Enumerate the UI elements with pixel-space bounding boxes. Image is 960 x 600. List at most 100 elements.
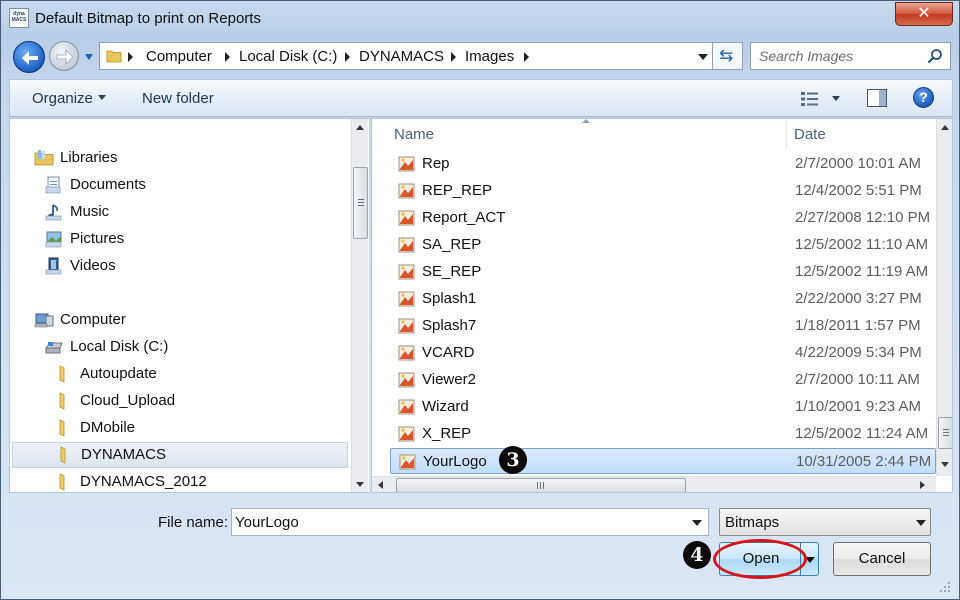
- file-row[interactable]: Splash7 1/18/2011 1:57 PM: [390, 313, 936, 339]
- file-name-combo[interactable]: [231, 508, 709, 536]
- nav-item-label: DYNAMACS_2012: [80, 473, 207, 490]
- file-date: 1/10/2001 9:23 AM: [795, 398, 921, 415]
- nav-item-dmobile[interactable]: DMobile: [54, 416, 334, 440]
- scroll-left-icon[interactable]: [378, 481, 383, 489]
- breadcrumb-separator-icon[interactable]: [524, 52, 529, 62]
- nav-item-label: Documents: [70, 176, 146, 193]
- recent-pages-chevron-icon[interactable]: [84, 52, 94, 62]
- scroll-up-icon[interactable]: [356, 125, 364, 130]
- nav-item-pictures[interactable]: Pictures: [44, 227, 334, 251]
- file-date: 12/4/2002 5:51 PM: [795, 182, 922, 199]
- horizontal-scroll-thumb[interactable]: [396, 478, 686, 492]
- nav-item-dynamacs-2012[interactable]: DYNAMACS_2012: [54, 470, 334, 492]
- breadcrumb-images[interactable]: Images: [465, 48, 514, 65]
- scroll-down-icon[interactable]: [941, 462, 949, 467]
- file-row[interactable]: Report_ACT 2/27/2008 12:10 PM: [390, 205, 936, 231]
- file-date: 12/5/2002 11:10 AM: [795, 236, 929, 253]
- grip-line: [358, 202, 364, 203]
- search-icon[interactable]: [927, 48, 943, 64]
- refresh-button[interactable]: ⇆: [713, 42, 743, 70]
- bitmap-file-icon: [398, 210, 415, 226]
- file-row[interactable]: YourLogo 10/31/2005 2:44 PM: [390, 448, 936, 474]
- column-header-name[interactable]: Name: [394, 126, 434, 143]
- file-name-label: File name:: [158, 514, 229, 531]
- grip-line: [358, 199, 364, 200]
- chevron-down-icon: [97, 95, 106, 100]
- bitmap-file-icon: [398, 426, 415, 442]
- nav-item-dynamacs[interactable]: DYNAMACS: [12, 442, 348, 468]
- new-folder-button[interactable]: New folder: [142, 90, 214, 107]
- address-dropdown-icon[interactable]: [698, 54, 708, 60]
- nav-item-cloud-upload[interactable]: Cloud_Upload: [54, 389, 334, 413]
- file-list-pane: Name Date Rep 2/7/2000 10:01 AM REP_REP 12/…: [371, 118, 953, 493]
- bitmap-file-icon: [398, 237, 415, 253]
- folder-icon: [59, 473, 65, 491]
- file-name: SE_REP: [422, 263, 482, 280]
- file-row[interactable]: SA_REP 12/5/2002 11:10 AM: [390, 232, 936, 258]
- column-header-date[interactable]: Date: [794, 126, 826, 143]
- breadcrumb-separator-icon[interactable]: [225, 52, 230, 62]
- file-row[interactable]: SE_REP 12/5/2002 11:19 AM: [390, 259, 936, 285]
- preview-pane-icon[interactable]: [867, 89, 887, 107]
- nav-item-computer[interactable]: Computer: [34, 308, 334, 332]
- breadcrumb-separator-icon[interactable]: [128, 52, 133, 62]
- file-type-select[interactable]: Bitmaps: [719, 508, 931, 536]
- organize-label: Organize: [32, 90, 93, 107]
- cancel-button[interactable]: Cancel: [833, 542, 931, 576]
- file-name: Rep: [422, 155, 450, 172]
- nav-item-documents[interactable]: Documents: [44, 173, 334, 197]
- view-options-chevron-icon[interactable]: [832, 96, 840, 101]
- file-date: 2/7/2000 10:11 AM: [795, 371, 920, 388]
- nav-item-autoupdate[interactable]: Autoupdate: [54, 362, 334, 386]
- grip-line: [943, 432, 949, 433]
- organize-button[interactable]: Organize: [32, 90, 106, 107]
- bitmap-file-icon: [398, 183, 415, 199]
- address-bar[interactable]: Computer Local Disk (C:) DYNAMACS Images: [99, 42, 713, 70]
- scroll-thumb[interactable]: [353, 167, 368, 239]
- breadcrumb-separator-icon[interactable]: [345, 52, 350, 62]
- files-horizontal-scrollbar[interactable]: [372, 476, 936, 492]
- breadcrumb-local-disk[interactable]: Local Disk (C:): [239, 48, 337, 65]
- file-row[interactable]: X_REP 12/5/2002 11:24 AM: [390, 421, 936, 447]
- file-row[interactable]: VCARD 4/22/2009 5:34 PM: [390, 340, 936, 366]
- change-view-icon[interactable]: [800, 90, 820, 108]
- breadcrumb-computer[interactable]: Computer: [146, 48, 212, 65]
- breadcrumb-separator-icon[interactable]: [451, 52, 456, 62]
- grip-line: [943, 435, 949, 436]
- file-name-dropdown-icon[interactable]: [692, 520, 702, 526]
- folder-icon: [59, 419, 65, 437]
- column-divider[interactable]: [786, 119, 787, 149]
- file-name-input[interactable]: [232, 509, 682, 535]
- file-row[interactable]: REP_REP 12/4/2002 5:51 PM: [390, 178, 936, 204]
- scroll-right-icon[interactable]: [920, 481, 925, 489]
- breadcrumb-dynamacs[interactable]: DYNAMACS: [359, 48, 444, 65]
- drive-icon: [44, 342, 63, 354]
- scroll-down-icon[interactable]: [356, 482, 364, 487]
- resize-grip-icon[interactable]: [939, 581, 951, 593]
- nav-item-music[interactable]: Music: [44, 200, 334, 224]
- scroll-thumb[interactable]: [938, 417, 952, 449]
- grip-line: [943, 429, 949, 430]
- close-button[interactable]: ✕: [895, 2, 953, 26]
- grip-line: [358, 205, 364, 206]
- help-icon[interactable]: ?: [913, 87, 934, 108]
- back-arrow-icon: [22, 51, 38, 65]
- nav-item-label: Pictures: [70, 230, 125, 247]
- file-row[interactable]: Splash1 2/22/2000 3:27 PM: [390, 286, 936, 312]
- file-row[interactable]: Viewer2 2/7/2000 10:11 AM: [390, 367, 936, 393]
- files-vertical-scrollbar[interactable]: [936, 119, 952, 476]
- back-button[interactable]: [13, 41, 45, 73]
- search-box[interactable]: [750, 42, 951, 70]
- open-button-highlight-ring: [713, 539, 807, 579]
- nav-item-label: Videos: [70, 257, 116, 274]
- search-input[interactable]: [751, 43, 921, 69]
- scroll-up-icon[interactable]: [941, 125, 949, 130]
- forward-button[interactable]: [49, 41, 79, 71]
- bitmap-file-icon: [398, 264, 415, 280]
- nav-item-libraries[interactable]: Libraries: [34, 146, 334, 170]
- file-row[interactable]: Wizard 1/10/2001 9:23 AM: [390, 394, 936, 420]
- file-row[interactable]: Rep 2/7/2000 10:01 AM: [390, 151, 936, 177]
- nav-vertical-scrollbar[interactable]: [351, 119, 368, 492]
- nav-item-local-disk[interactable]: Local Disk (C:): [44, 335, 334, 359]
- nav-item-videos[interactable]: Videos: [44, 254, 334, 278]
